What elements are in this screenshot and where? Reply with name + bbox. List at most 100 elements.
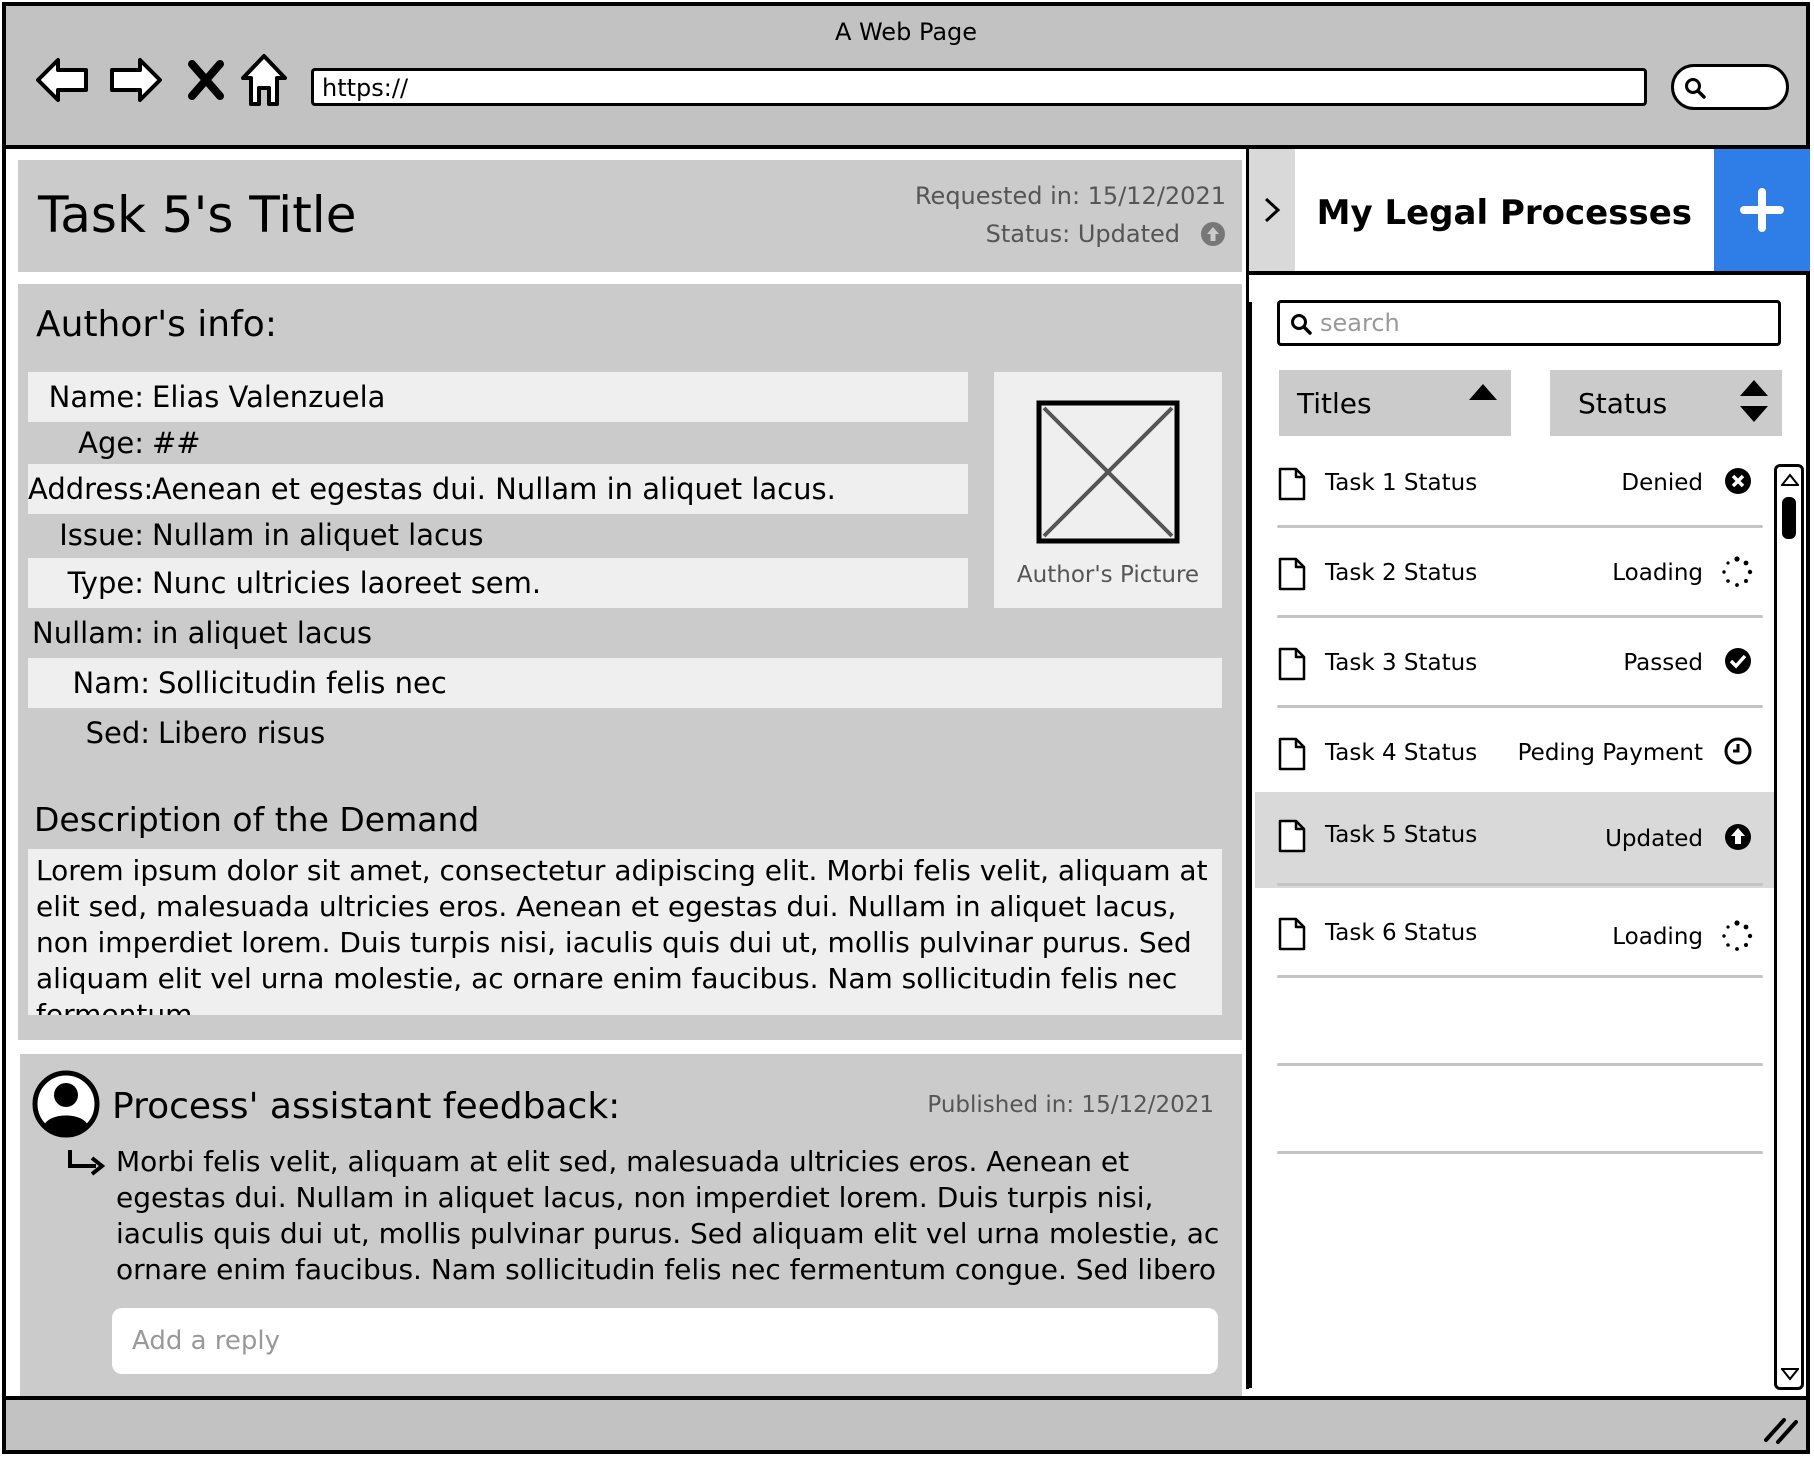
field-value: Aenean et egestas dui. Nullam in aliquet… bbox=[152, 472, 836, 506]
collapse-sidebar-button[interactable] bbox=[1249, 149, 1295, 271]
document-icon bbox=[1278, 647, 1306, 681]
list-separator bbox=[1277, 705, 1763, 708]
updated-icon bbox=[1201, 222, 1225, 246]
task-row-1[interactable]: Task 1 Status Denied bbox=[1255, 446, 1775, 532]
document-icon bbox=[1278, 819, 1306, 853]
field-label: Age: bbox=[78, 426, 144, 460]
task-row-4[interactable]: Task 4 Status Peding Payment bbox=[1255, 716, 1775, 802]
plus-icon bbox=[1740, 188, 1784, 232]
sort-titles-label: Titles bbox=[1297, 386, 1372, 420]
field-value: Elias Valenzuela bbox=[152, 380, 386, 414]
browser-status-bar bbox=[6, 1396, 1806, 1450]
task-status-text: Status: Updated bbox=[985, 220, 1180, 248]
scroll-down-icon[interactable] bbox=[1781, 1367, 1799, 1381]
stop-button[interactable] bbox=[176, 50, 236, 110]
scroll-thumb[interactable] bbox=[1782, 497, 1796, 539]
info-row-name: Name: Elias Valenzuela bbox=[28, 372, 968, 422]
loading-icon bbox=[1722, 920, 1753, 951]
search-icon bbox=[1291, 314, 1312, 335]
browser-search-field[interactable] bbox=[1671, 64, 1789, 110]
forward-button[interactable] bbox=[106, 50, 166, 110]
field-label: Sed: bbox=[85, 716, 150, 750]
task-status-label: Updated bbox=[1605, 826, 1703, 852]
task-row-5[interactable]: Task 5 Status Updated bbox=[1255, 792, 1775, 888]
sort-both-icon bbox=[1740, 380, 1768, 422]
browser-window: A Web Page https:// Task 5's Title Reque… bbox=[2, 2, 1810, 1454]
sidebar-search[interactable] bbox=[1277, 300, 1781, 346]
close-icon bbox=[188, 60, 224, 100]
sort-by-titles-button[interactable]: Titles bbox=[1279, 370, 1511, 436]
info-row-sed: Sed: Libero risus bbox=[28, 708, 1222, 758]
field-label: Name: bbox=[48, 380, 144, 414]
task-status-label: Peding Payment bbox=[1517, 740, 1703, 766]
updated-icon bbox=[1725, 824, 1751, 850]
field-value: Nullam in aliquet lacus bbox=[152, 518, 484, 552]
task-row-6[interactable]: Task 6 Status Loading bbox=[1255, 896, 1775, 982]
task-status-label: Loading bbox=[1612, 924, 1703, 950]
loading-icon bbox=[1722, 556, 1753, 587]
search-input[interactable] bbox=[1320, 307, 1760, 339]
task-row-2[interactable]: Task 2 Status Loading bbox=[1255, 536, 1775, 622]
info-row-age: Age: ## bbox=[28, 418, 968, 468]
document-icon bbox=[1278, 917, 1306, 951]
author-info-panel: Author's info: Name: Elias Valenzuela Ag… bbox=[18, 284, 1242, 1040]
field-label: Issue: bbox=[59, 518, 144, 552]
feedback-published-date: Published in: 15/12/2021 bbox=[927, 1092, 1214, 1118]
browser-toolbar: A Web Page https:// bbox=[6, 6, 1806, 149]
description-text: Lorem ipsum dolor sit amet, consectetur … bbox=[28, 849, 1222, 1015]
reply-input[interactable] bbox=[112, 1308, 1218, 1374]
url-bar[interactable]: https:// bbox=[311, 68, 1647, 106]
task-status-label: Passed bbox=[1623, 650, 1703, 676]
home-button[interactable] bbox=[234, 50, 294, 110]
list-separator bbox=[1277, 1063, 1763, 1066]
task-name: Task 5 Status bbox=[1325, 822, 1478, 848]
page-title: Task 5's Title bbox=[38, 186, 357, 244]
sidebar-border bbox=[1249, 302, 1252, 1388]
task-name: Task 2 Status bbox=[1325, 560, 1478, 586]
document-icon bbox=[1278, 737, 1306, 771]
task-status: Status: Updated bbox=[986, 220, 1226, 248]
field-value: Nunc ultricies laoreet sem. bbox=[152, 566, 542, 600]
list-separator bbox=[1277, 975, 1763, 978]
info-row-nullam: Nullam: in aliquet lacus bbox=[28, 608, 1222, 658]
task-name: Task 6 Status bbox=[1325, 920, 1478, 946]
field-value: in aliquet lacus bbox=[152, 616, 373, 650]
sort-by-status-button[interactable]: Status bbox=[1550, 370, 1782, 436]
task-row-3[interactable]: Task 3 Status Passed bbox=[1255, 626, 1775, 712]
sort-status-label: Status bbox=[1578, 386, 1668, 420]
list-separator bbox=[1277, 525, 1763, 528]
sort-ascending-icon bbox=[1469, 384, 1497, 400]
clock-icon bbox=[1724, 737, 1752, 765]
scroll-up-icon[interactable] bbox=[1781, 473, 1799, 487]
field-label: Nam: bbox=[72, 666, 150, 700]
info-row-issue: Issue: Nullam in aliquet lacus bbox=[28, 510, 968, 560]
passed-icon bbox=[1725, 648, 1751, 674]
task-status-label: Loading bbox=[1612, 560, 1703, 586]
feedback-text: Morbi felis velit, aliquam at elit sed, … bbox=[116, 1145, 1220, 1290]
feedback-title: Process' assistant feedback: bbox=[112, 1086, 621, 1127]
field-label: Type: bbox=[67, 566, 144, 600]
requested-date: Requested in: 15/12/2021 bbox=[914, 182, 1226, 210]
back-arrow-icon bbox=[36, 58, 88, 102]
field-value: Libero risus bbox=[158, 716, 326, 750]
field-label: Nullam: bbox=[32, 616, 144, 650]
author-info-heading: Author's info: bbox=[36, 304, 277, 345]
search-icon bbox=[1685, 78, 1706, 99]
resize-grip-icon[interactable] bbox=[1762, 1414, 1798, 1444]
back-button[interactable] bbox=[32, 50, 92, 110]
task-name: Task 1 Status bbox=[1325, 470, 1478, 496]
task-list-scrollbar[interactable] bbox=[1774, 464, 1804, 1390]
task-name: Task 3 Status bbox=[1325, 650, 1478, 676]
denied-icon bbox=[1725, 468, 1751, 494]
add-process-button[interactable] bbox=[1714, 149, 1810, 271]
feedback-panel: Process' assistant feedback: Published i… bbox=[20, 1054, 1242, 1396]
sidebar-title: My Legal Processes bbox=[1316, 193, 1692, 233]
window-title: A Web Page bbox=[834, 18, 978, 46]
forward-arrow-icon bbox=[110, 58, 162, 102]
info-row-nam: Nam: Sollicitudin felis nec bbox=[28, 658, 1222, 708]
image-placeholder-icon bbox=[1036, 400, 1180, 544]
home-icon bbox=[241, 54, 287, 106]
info-row-address: Address: Aenean et egestas dui. Nullam i… bbox=[28, 464, 968, 514]
author-picture: Author's Picture bbox=[994, 372, 1222, 608]
list-separator bbox=[1277, 615, 1763, 618]
